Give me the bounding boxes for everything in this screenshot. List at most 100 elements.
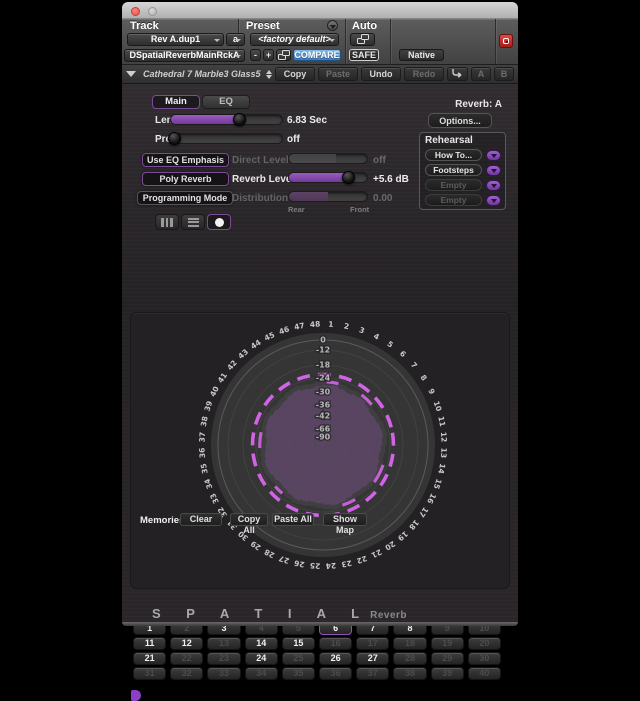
channel-selector[interactable]: a: [226, 33, 245, 46]
redo-button[interactable]: Redo: [404, 67, 444, 81]
clear-button[interactable]: Clear: [180, 513, 222, 526]
channel-label: 20: [383, 539, 397, 552]
safe-button[interactable]: SAFE: [349, 49, 379, 61]
options-button[interactable]: Options...: [428, 113, 492, 128]
tab-eq[interactable]: EQ: [202, 95, 250, 109]
close-button[interactable]: [131, 7, 140, 16]
memory-slot-27[interactable]: 27: [356, 652, 389, 665]
rehearsal-dropdown-icon[interactable]: [486, 180, 501, 191]
paste-all-button[interactable]: Paste All: [272, 513, 314, 526]
memory-slot-37[interactable]: 37: [356, 667, 389, 680]
show-map-button[interactable]: Show Map: [323, 513, 367, 526]
next-preset-button[interactable]: +: [263, 49, 274, 61]
bars-view-button[interactable]: [155, 214, 179, 230]
poly-reverb-button[interactable]: Poly Reverb: [142, 172, 229, 186]
memory-slot-35[interactable]: 35: [282, 667, 315, 680]
preset-triangle-icon[interactable]: [126, 71, 136, 77]
polar-view-button[interactable]: [207, 214, 231, 230]
memory-slot-32[interactable]: 32: [170, 667, 203, 680]
rehearsal-dropdown-icon[interactable]: [486, 150, 501, 161]
channel-label: 10: [432, 400, 444, 413]
memory-slot-14[interactable]: 14: [245, 637, 278, 650]
channel-label: 2: [343, 321, 350, 331]
pre-delay-slider[interactable]: [170, 133, 283, 144]
memory-slot-23[interactable]: 23: [207, 652, 240, 665]
memory-slot-17[interactable]: 17: [356, 637, 389, 650]
copy-settings-button[interactable]: [276, 49, 291, 61]
curved-arrow-icon: [451, 68, 464, 78]
setting-a-button[interactable]: A: [471, 67, 491, 81]
memory-slot-24[interactable]: 24: [245, 652, 278, 665]
use-eq-emphasis-button[interactable]: Use EQ Emphasis: [142, 153, 229, 167]
plugin-window: Track Preset Auto Rev A.dup1 a DSpatialR…: [122, 2, 518, 626]
titlebar: [122, 2, 518, 19]
copy-a-to-b-button[interactable]: [447, 67, 468, 81]
rehearsal-empty-button[interactable]: Empty: [425, 179, 482, 191]
view-toggle-group: [155, 214, 231, 230]
reverb-level-value: +5.6 dB: [373, 174, 409, 185]
preset-selector[interactable]: <factory default>: [250, 33, 339, 46]
reverb-level-slider[interactable]: [288, 172, 368, 183]
preset-spinner[interactable]: [266, 70, 272, 79]
tab-main[interactable]: Main: [152, 95, 200, 109]
memory-slot-20[interactable]: 20: [468, 637, 501, 650]
rehearsal-dropdown-icon[interactable]: [486, 165, 501, 176]
length-slider[interactable]: [170, 114, 283, 125]
undo-button[interactable]: Undo: [361, 67, 401, 81]
memory-slot-25[interactable]: 25: [282, 652, 315, 665]
memory-slot-18[interactable]: 18: [393, 637, 426, 650]
copy-all-button[interactable]: Copy All: [230, 513, 268, 526]
memory-slot-12[interactable]: 12: [170, 637, 203, 650]
circle-icon: [215, 218, 224, 227]
paste-button[interactable]: Paste: [318, 67, 358, 81]
memory-slot-28[interactable]: 28: [393, 652, 426, 665]
memory-slot-30[interactable]: 30: [468, 652, 501, 665]
memory-slot-26[interactable]: 26: [319, 652, 352, 665]
rehearsal-empty-button[interactable]: Empty: [425, 194, 482, 206]
memory-slot-22[interactable]: 22: [170, 652, 203, 665]
window-resize-edge[interactable]: [122, 622, 518, 626]
channel-label: 9: [426, 387, 436, 396]
memory-slot-29[interactable]: 29: [431, 652, 464, 665]
programming-mode-button[interactable]: Programming Mode: [137, 191, 233, 205]
memory-slot-31[interactable]: 31: [133, 667, 166, 680]
target-button[interactable]: [499, 34, 513, 48]
slider-knob[interactable]: [342, 171, 355, 184]
polar-plot[interactable]: 0-12-18-24-30-36-42-66-90123456789101112…: [131, 313, 511, 590]
compare-button[interactable]: COMPARE: [293, 49, 341, 61]
memory-slot-33[interactable]: 33: [207, 667, 240, 680]
preset-menu-icon[interactable]: [327, 20, 338, 31]
channel-label: 36: [197, 447, 207, 458]
rehearsal-dropdown-icon[interactable]: [486, 195, 501, 206]
copy-button[interactable]: Copy: [275, 67, 315, 81]
rows-view-button[interactable]: [181, 214, 205, 230]
memory-slot-16[interactable]: 16: [319, 637, 352, 650]
direct-level-label: Direct Level: [232, 155, 286, 166]
slider-knob[interactable]: [168, 132, 181, 145]
memory-slot-40[interactable]: 40: [468, 667, 501, 680]
track-selector[interactable]: Rev A.dup1: [127, 33, 224, 46]
tab-bar: MainEQ: [152, 95, 250, 109]
plugin-selector[interactable]: DSpatialReverbMainRckA: [124, 49, 245, 62]
memory-slot-15[interactable]: 15: [282, 637, 315, 650]
memory-slot-13[interactable]: 13: [207, 637, 240, 650]
native-button[interactable]: Native: [399, 49, 444, 61]
channel-label: 24: [325, 561, 336, 571]
rehearsal-footsteps-button[interactable]: Footsteps: [425, 164, 482, 176]
db-ring-label: -42: [316, 412, 330, 421]
memory-slot-38[interactable]: 38: [393, 667, 426, 680]
memory-slot-39[interactable]: 39: [431, 667, 464, 680]
auto-enable-button[interactable]: [350, 33, 375, 46]
memory-slot-19[interactable]: 19: [431, 637, 464, 650]
memory-slot-36[interactable]: 36: [319, 667, 352, 680]
minimize-button[interactable]: [148, 7, 157, 16]
previous-preset-button[interactable]: -: [250, 49, 261, 61]
setting-b-button[interactable]: B: [494, 67, 514, 81]
current-preset-name[interactable]: Cathedral 7 Marble3 Glass5 6s Generic: [139, 69, 263, 79]
rehearsal-how-to-button[interactable]: How To...: [425, 149, 482, 161]
slider-knob[interactable]: [233, 113, 246, 126]
memory-slot-11[interactable]: 11: [133, 637, 166, 650]
channel-label: 22: [356, 554, 369, 566]
memory-slot-34[interactable]: 34: [245, 667, 278, 680]
memory-slot-21[interactable]: 21: [133, 652, 166, 665]
